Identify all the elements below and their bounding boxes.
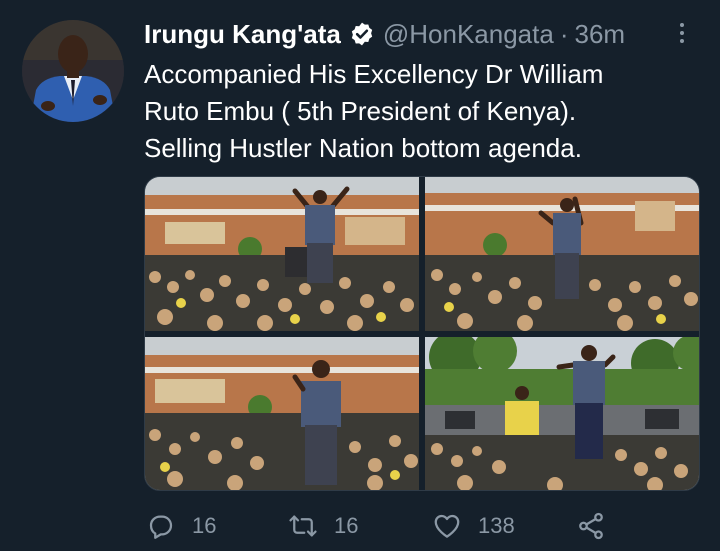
tweet-actions: 16 16 138 [144, 506, 614, 546]
tweet[interactable]: Irungu Kang'ata @HonKangata · 36m Accomp… [0, 0, 720, 551]
like-count: 138 [478, 513, 515, 538]
tweet-header: Irungu Kang'ata @HonKangata · 36m [144, 16, 625, 52]
more-options-icon[interactable] [670, 18, 694, 48]
media-grid [144, 176, 700, 491]
tweet-text-line: Selling Hustler Nation bottom agenda. [144, 133, 582, 163]
media-photo-2[interactable] [425, 177, 699, 331]
media-photo-4[interactable] [425, 337, 699, 490]
reply-button[interactable]: 16 [146, 506, 216, 546]
author-name[interactable]: Irungu Kang'ata [144, 19, 341, 50]
author-avatar[interactable] [22, 20, 124, 122]
reply-icon [146, 511, 176, 541]
heart-icon [432, 511, 462, 541]
retweet-icon [288, 511, 318, 541]
tweet-timestamp[interactable]: 36m [575, 19, 626, 50]
header-separator: · [559, 18, 569, 49]
reply-count: 16 [192, 513, 217, 538]
like-button[interactable]: 138 [432, 506, 515, 546]
avatar-image [22, 20, 124, 122]
tweet-text-line: Ruto Embu ( 5th President of Kenya). [144, 96, 577, 126]
verified-badge-icon [349, 21, 375, 47]
share-icon [576, 511, 606, 541]
retweet-count: 16 [334, 513, 359, 538]
share-button[interactable] [576, 506, 606, 546]
tweet-text: Accompanied His Excellency Dr William Ru… [144, 56, 704, 167]
retweet-button[interactable]: 16 [288, 506, 358, 546]
tweet-text-line: Accompanied His Excellency Dr William [144, 59, 604, 89]
author-handle[interactable]: @HonKangata [383, 19, 554, 50]
media-photo-1[interactable] [145, 177, 419, 331]
media-photo-3[interactable] [145, 337, 419, 490]
